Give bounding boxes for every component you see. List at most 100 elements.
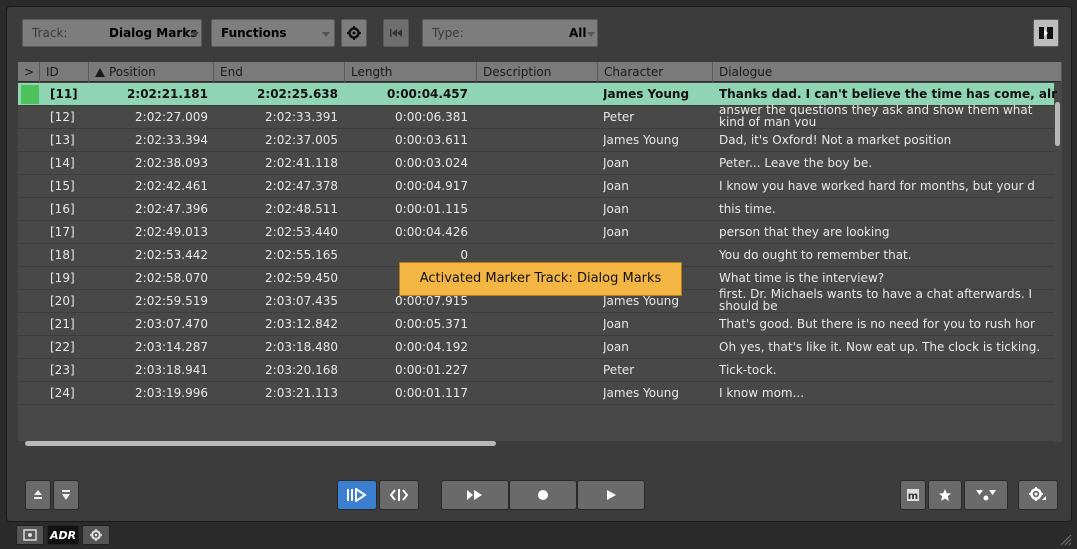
- table-row[interactable]: [16] 2:02:47.396 2:02:48.511 0:00:01.115 Joa…: [18, 198, 1054, 221]
- cell-id: [11]: [50, 87, 78, 101]
- cell-position: 2:02:58.070: [135, 271, 208, 285]
- table-row[interactable]: [14] 2:02:38.093 2:02:41.118 0:00:03.024 Joa…: [18, 152, 1054, 175]
- cell-dialogue: Dad, it's Oxford! Not a market position: [719, 133, 952, 147]
- cell-character: James Young: [603, 87, 690, 101]
- character-column-header[interactable]: Character: [598, 62, 713, 82]
- cell-character: Peter: [603, 363, 635, 377]
- horizontal-scrollbar[interactable]: [25, 441, 496, 446]
- preroll-icon: [467, 490, 482, 500]
- cell-length: 0:00:01.117: [395, 386, 468, 400]
- length-column-header[interactable]: Length: [345, 62, 477, 82]
- cell-position: 2:02:42.461: [135, 179, 208, 193]
- type-selector[interactable]: Type: All: [422, 19, 598, 47]
- skip-back-icon: [390, 29, 402, 37]
- table-row[interactable]: [15] 2:02:42.461 2:02:47.378 0:00:04.917 Joa…: [18, 175, 1054, 198]
- cell-character: Peter: [603, 110, 635, 124]
- cell-dialogue: You do ought to remember that.: [719, 248, 912, 262]
- cell-dialogue: Thanks dad. I can't believe the time has…: [719, 87, 1057, 101]
- cell-id: [17]: [50, 225, 75, 239]
- gear-icon: [1029, 487, 1046, 501]
- table-row[interactable]: [21] 2:03:07.470 2:03:12.842 0:00:05.371 Joa…: [18, 313, 1054, 336]
- favorite-button[interactable]: [928, 480, 962, 510]
- adr-button[interactable]: ADR: [47, 525, 79, 545]
- vertical-scrollbar[interactable]: [1055, 102, 1060, 146]
- table-header: > ID Position End Length Description Cha…: [18, 62, 1062, 82]
- cell-end: 2:03:12.842: [265, 317, 338, 331]
- cell-dialogue: Oh yes, that's like it. Now eat up. The …: [719, 340, 1041, 354]
- id-column-header[interactable]: ID: [40, 62, 89, 82]
- cell-position: 2:02:27.009: [135, 110, 208, 124]
- star-icon: [939, 489, 951, 501]
- cell-position: 2:02:33.394: [135, 133, 208, 147]
- play-icon: [607, 490, 616, 500]
- cell-length: 0:00:04.457: [387, 87, 468, 101]
- table-row[interactable]: [17] 2:02:49.013 2:02:53.440 0:00:04.426 Joa…: [18, 221, 1054, 244]
- selected-indicator: [21, 85, 39, 104]
- position-column-header[interactable]: Position: [89, 62, 214, 82]
- cell-dialogue: Peter... Leave the boy be.: [719, 156, 873, 170]
- marker-tools-icon: [976, 490, 996, 501]
- cell-position: 2:02:59.519: [135, 294, 208, 308]
- cell-length: 0:00:01.227: [395, 363, 468, 377]
- cell-position: 2:02:21.181: [127, 87, 208, 101]
- cell-end: 2:02:33.391: [265, 110, 338, 124]
- status-settings-button[interactable]: [82, 525, 110, 545]
- functions-label: Functions: [221, 26, 287, 40]
- preroll-play-button[interactable]: [441, 480, 509, 510]
- cell-length: 0:00:04.917: [395, 179, 468, 193]
- description-column-header[interactable]: Description: [477, 62, 598, 82]
- play-button[interactable]: [577, 480, 645, 510]
- cell-dialogue: That's good. But there is no need for yo…: [719, 317, 1035, 331]
- table-row[interactable]: [23] 2:03:18.941 2:03:20.168 0:00:01.227 Pet…: [18, 359, 1054, 382]
- table-row[interactable]: [12] 2:02:27.009 2:02:33.391 0:00:06.381 Pet…: [18, 104, 1054, 129]
- status-bar: ADR: [16, 525, 113, 547]
- cell-character: James Young: [603, 386, 679, 400]
- cell-id: [18]: [50, 248, 75, 262]
- gear-icon: [90, 529, 102, 541]
- cell-id: [22]: [50, 340, 75, 354]
- type-value: All: [569, 26, 587, 40]
- cell-dialogue: this time.: [719, 202, 776, 216]
- panel-toggle-button[interactable]: [1033, 19, 1059, 47]
- go-to-start-button[interactable]: [383, 19, 409, 47]
- table-row[interactable]: [22] 2:03:14.287 2:03:18.480 0:00:04.192 Joa…: [18, 336, 1054, 359]
- move-up-button[interactable]: [25, 480, 51, 510]
- settings-button[interactable]: [341, 19, 367, 47]
- table-row[interactable]: [13] 2:02:33.394 2:02:37.005 0:00:03.611 Jam…: [18, 129, 1054, 152]
- cell-dialogue: I know you have worked hard for months, …: [719, 179, 1035, 193]
- cell-end: 2:03:21.113: [265, 386, 338, 400]
- cell-character: Joan: [603, 340, 629, 354]
- cell-position: 2:02:47.396: [135, 202, 208, 216]
- layout-icon: [23, 529, 37, 541]
- marker-m-button[interactable]: m: [900, 480, 926, 510]
- marker-tools-button[interactable]: [964, 480, 1008, 510]
- table-row[interactable]: [24] 2:03:19.996 2:03:21.113 0:00:01.117 Jam…: [18, 382, 1054, 405]
- end-column-header[interactable]: End: [214, 62, 345, 82]
- move-down-button[interactable]: [53, 480, 79, 510]
- dialogue-column-header[interactable]: Dialogue: [713, 62, 1062, 82]
- cell-end: 2:02:48.511: [265, 202, 338, 216]
- cell-length: 0:00:03.611: [395, 133, 468, 147]
- table-row-partial[interactable]: [18, 428, 1054, 442]
- table-row[interactable]: [11] 2:02:21.181 2:02:25.638 0:00:04.457 Jam…: [18, 83, 1057, 106]
- gear-icon: [347, 26, 361, 40]
- chevron-down-icon: [587, 32, 595, 37]
- options-button[interactable]: [1018, 480, 1058, 510]
- window-layout-button[interactable]: [16, 525, 44, 545]
- cell-dialogue: Tick-tock.: [719, 363, 777, 377]
- cell-id: [13]: [50, 133, 75, 147]
- functions-menu[interactable]: Functions: [211, 19, 335, 47]
- record-button[interactable]: [509, 480, 577, 510]
- expand-column-header[interactable]: >: [18, 62, 40, 82]
- cell-length: 0:00:04.192: [395, 340, 468, 354]
- cell-position: 2:03:07.470: [135, 317, 208, 331]
- resize-grip-icon[interactable]: [1058, 532, 1072, 546]
- cell-end: 2:02:25.638: [257, 87, 338, 101]
- cell-position: 2:02:49.013: [135, 225, 208, 239]
- cell-end: 2:03:07.435: [265, 294, 338, 308]
- edit-range-button[interactable]: [379, 480, 419, 510]
- track-selector[interactable]: Track: Dialog Marks: [22, 19, 202, 47]
- sort-ascending-icon: [95, 68, 105, 77]
- cycle-mode-button[interactable]: [337, 480, 377, 510]
- marker-m-icon: m: [907, 489, 919, 502]
